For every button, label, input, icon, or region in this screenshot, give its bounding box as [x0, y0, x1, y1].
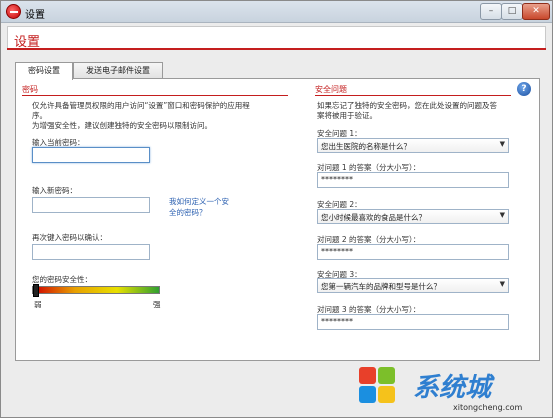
security-section-divider	[315, 95, 511, 96]
answer-3-input[interactable]: ********	[317, 314, 509, 330]
strength-weak-label: 弱	[34, 300, 42, 309]
password-strength-label: 您的密码安全性：	[32, 275, 92, 284]
close-button[interactable]: ✕	[522, 3, 550, 20]
chevron-down-icon: ▼	[499, 211, 505, 219]
title-bar: 设置 – □ ✕	[1, 1, 552, 23]
watermark-text: 系统城	[413, 373, 492, 403]
answer-2-input[interactable]: ********	[317, 244, 509, 260]
chevron-down-icon: ▼	[499, 280, 505, 288]
password-description: 仅允许具备管理员权限的用户访问“设置”窗口和密码保护的应用程	[32, 101, 250, 110]
security-question-1-value: 您出生医院的名称是什么？	[321, 142, 411, 151]
password-strength-indicator	[33, 284, 39, 297]
tab-email-settings[interactable]: 发送电子邮件设置	[73, 62, 163, 79]
security-question-3-select[interactable]: 您第一辆汽车的品牌和型号是什么？ ▼	[317, 278, 509, 293]
security-question-3-value: 您第一辆汽车的品牌和型号是什么？	[321, 282, 441, 291]
security-question-1-select[interactable]: 您出生医院的名称是什么？ ▼	[317, 138, 509, 153]
current-password-input[interactable]	[32, 147, 150, 163]
password-help-link-line1[interactable]: 我如何定义一个安	[169, 196, 229, 207]
window-title: 设置	[25, 10, 45, 21]
password-section-divider	[22, 95, 288, 96]
password-help-link-line2[interactable]: 全的密码？	[169, 207, 229, 218]
new-password-input[interactable]	[32, 197, 150, 213]
watermark: 系统城 xitongcheng.com	[353, 363, 549, 417]
confirm-password-label: 再次键入密码以确认：	[32, 233, 107, 242]
chevron-down-icon: ▼	[499, 140, 505, 148]
security-question-2-value: 您小时候最喜欢的食品是什么？	[321, 213, 426, 222]
header-divider	[7, 48, 546, 50]
windows-logo-icon	[359, 367, 399, 407]
settings-window: 设置 – □ ✕ 设置 密码设置 发送电子邮件设置 密码 仅允许具备管理员权限的…	[0, 0, 553, 418]
password-help-link[interactable]: 我如何定义一个安 全的密码？	[169, 196, 229, 218]
watermark-url: xitongcheng.com	[453, 403, 523, 412]
security-section-title: 安全问题	[315, 85, 347, 94]
answer-1-input[interactable]: ********	[317, 172, 509, 188]
tab-password-settings[interactable]: 密码设置	[15, 62, 73, 80]
help-icon[interactable]: ?	[517, 82, 531, 96]
password-section-title: 密码	[22, 85, 38, 94]
strength-strong-label: 强	[153, 300, 161, 309]
header-bar: 设置	[7, 26, 546, 50]
password-description: 为增强安全性，建议创建独特的安全密码以限制访问。	[32, 121, 212, 130]
security-question-2-select[interactable]: 您小时候最喜欢的食品是什么？ ▼	[317, 209, 509, 224]
security-description: 案将被用于验证。	[317, 111, 377, 120]
minimize-button[interactable]: –	[480, 3, 502, 20]
maximize-button[interactable]: □	[501, 3, 523, 20]
password-strength-meter	[32, 284, 160, 297]
new-password-label: 输入新密码：	[32, 186, 77, 195]
confirm-password-input[interactable]	[32, 244, 150, 260]
app-logo-icon	[6, 4, 21, 19]
